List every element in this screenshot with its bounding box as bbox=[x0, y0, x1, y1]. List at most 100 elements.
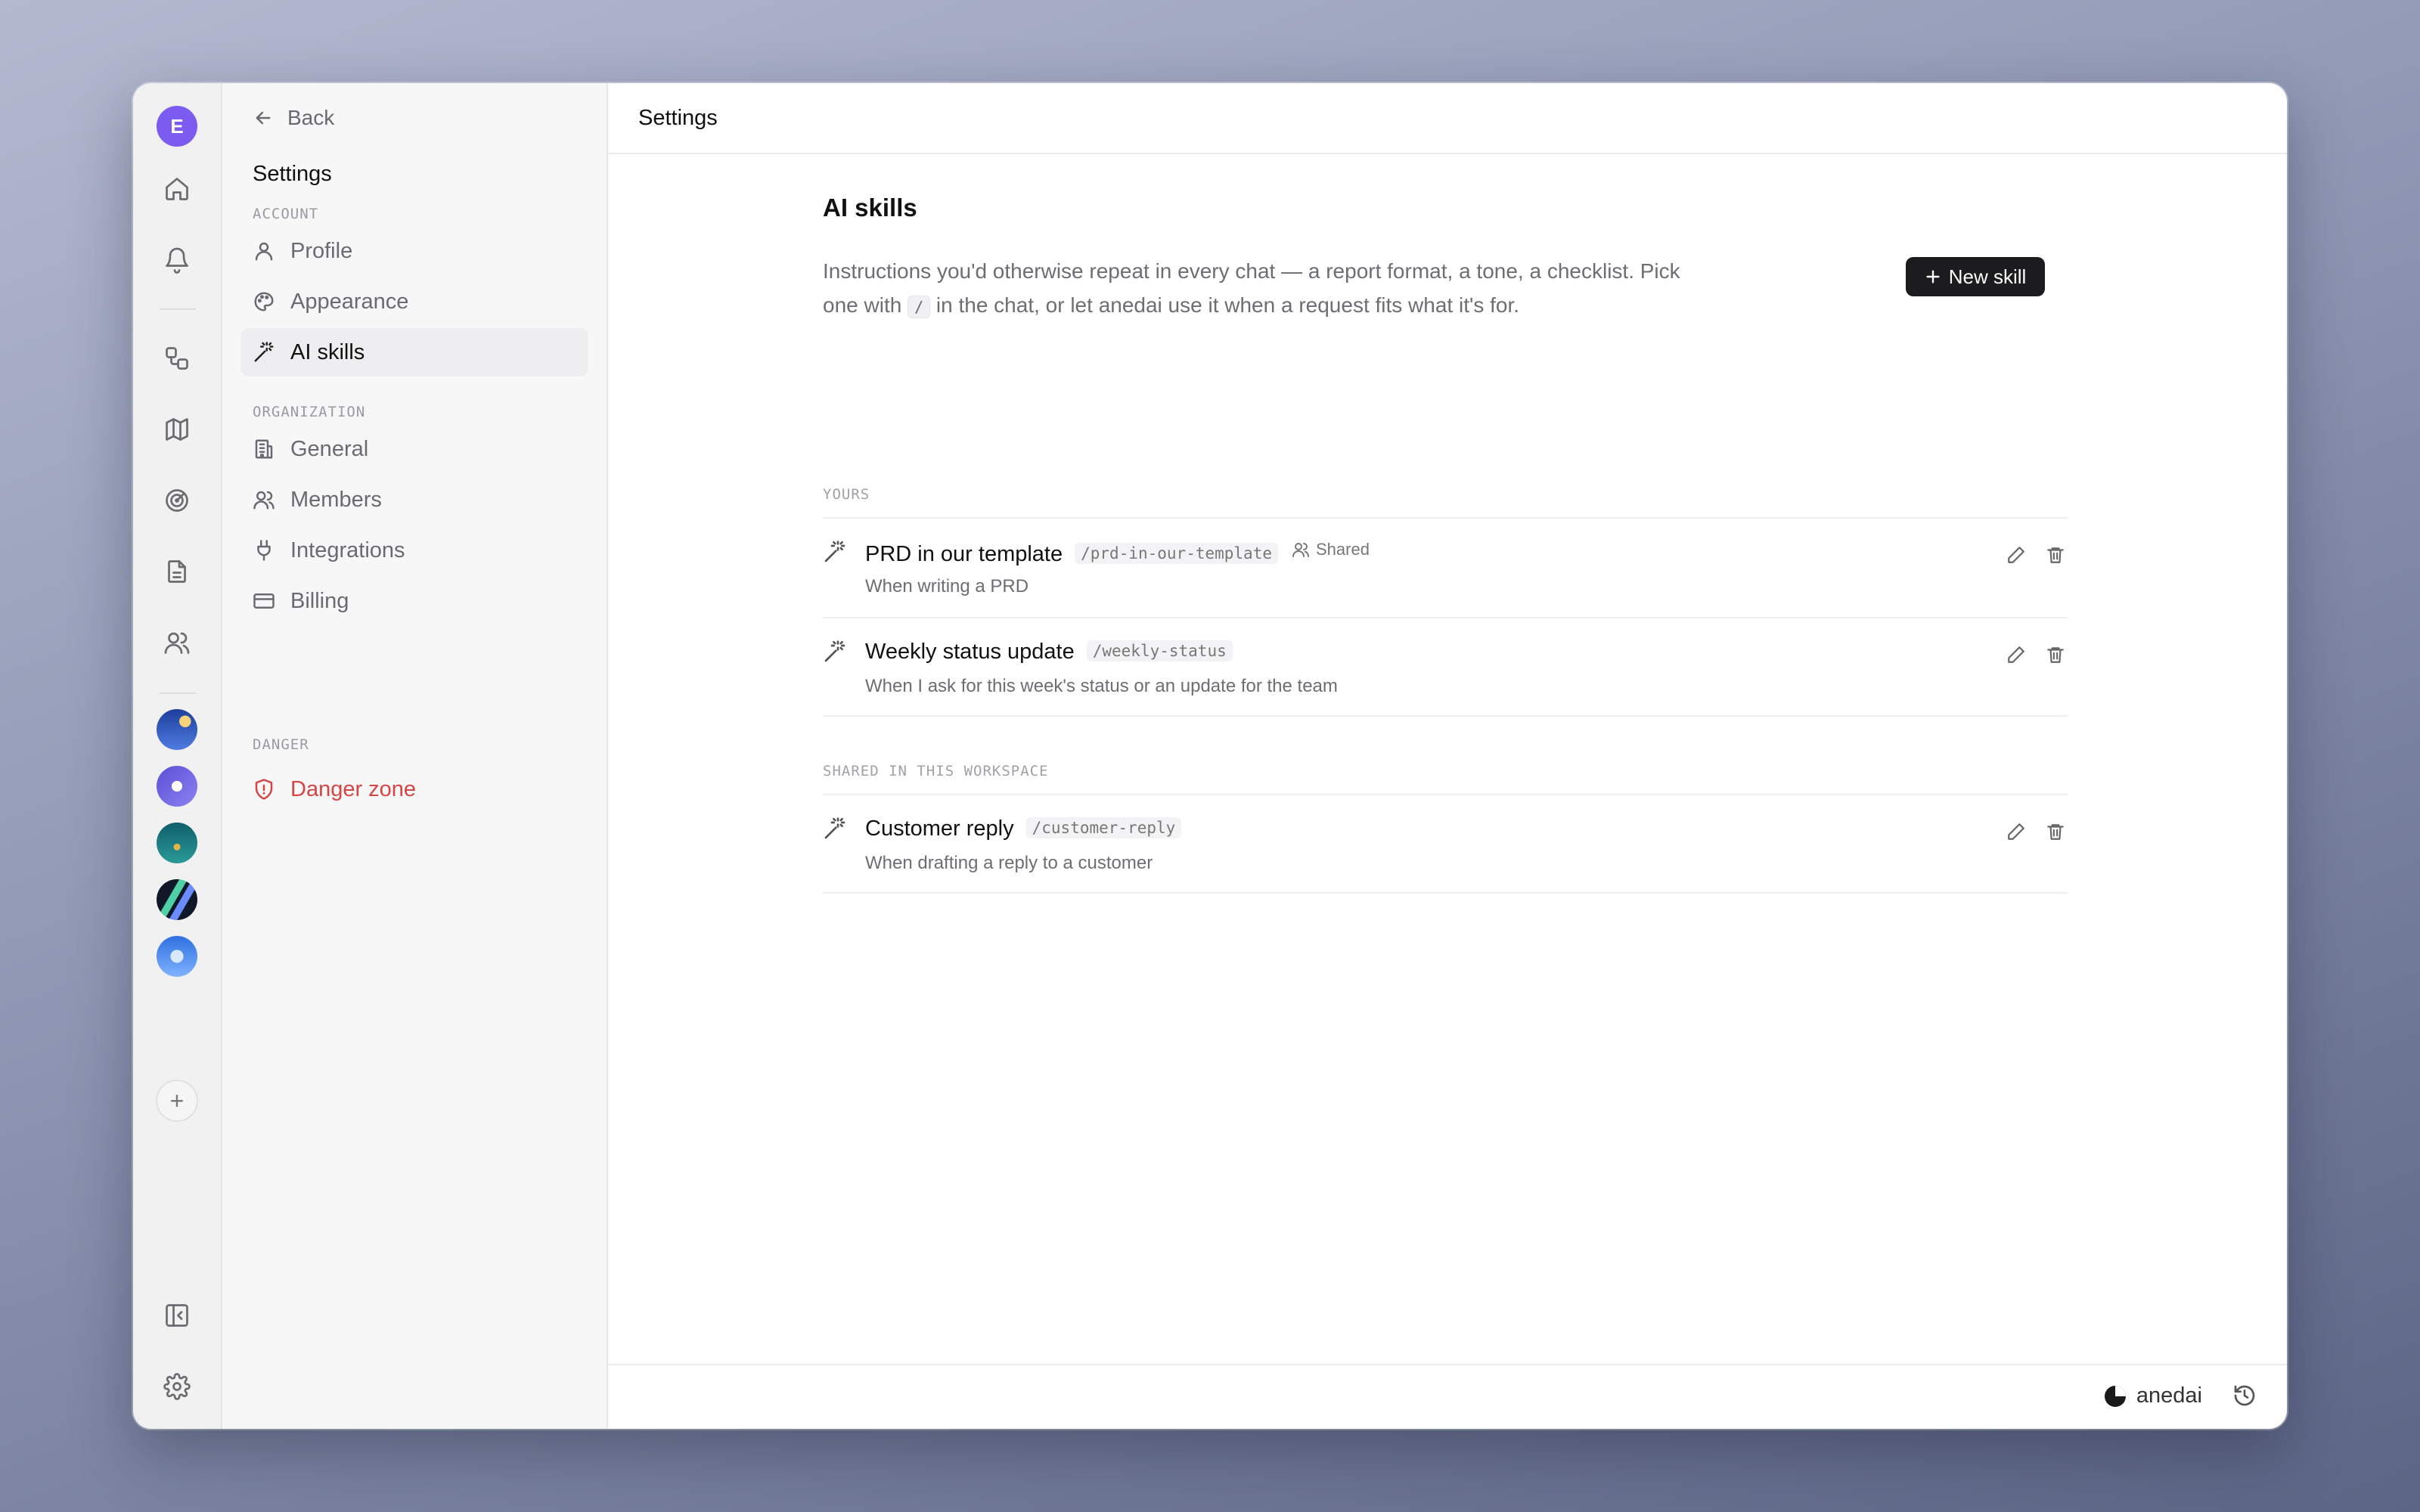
topbar: Settings bbox=[608, 83, 2287, 154]
nav-item-general[interactable]: General bbox=[240, 425, 588, 473]
trash-icon bbox=[2047, 547, 2064, 563]
home-icon[interactable] bbox=[156, 168, 198, 210]
new-skill-button[interactable]: New skill bbox=[1906, 257, 2045, 296]
group-label-yours: YOURS bbox=[823, 486, 870, 503]
workspace-avatar-forest[interactable] bbox=[157, 823, 197, 863]
users-icon bbox=[253, 491, 275, 510]
gear-icon[interactable] bbox=[156, 1365, 198, 1408]
edit-button[interactable] bbox=[2004, 643, 2028, 667]
magic-wand-icon bbox=[824, 640, 845, 662]
brand-logo-icon bbox=[2104, 1385, 2126, 1407]
footer-bar: anedai bbox=[608, 1364, 2287, 1429]
skill-row[interactable]: PRD in our template/prd-in-our-template S… bbox=[823, 517, 2068, 617]
back-label: Back bbox=[287, 106, 335, 129]
nav-item-label: Billing bbox=[290, 588, 349, 613]
plug-icon bbox=[257, 540, 271, 561]
skill-trigger: When writing a PRD bbox=[865, 576, 1029, 596]
workflow-icon[interactable] bbox=[156, 337, 198, 380]
edit-button[interactable] bbox=[2004, 820, 2028, 844]
page-title: AI skills bbox=[823, 194, 917, 222]
user-initial-avatar[interactable]: E bbox=[157, 106, 197, 147]
description-text: in the chat, or let anedai use it when a… bbox=[935, 293, 1520, 317]
shared-label: Shared bbox=[1316, 540, 1370, 559]
nav-item-appearance[interactable]: Appearance bbox=[240, 277, 588, 326]
skill-trigger: When drafting a reply to a customer bbox=[865, 853, 1153, 873]
delete-button[interactable] bbox=[2043, 820, 2068, 844]
building-icon bbox=[255, 439, 273, 459]
nav-item-billing[interactable]: Billing bbox=[240, 577, 588, 625]
nav-item-label: General bbox=[290, 436, 369, 461]
back-link[interactable]: Back bbox=[253, 106, 334, 130]
skill-row[interactable]: Weekly status update/weekly-status When … bbox=[823, 617, 2068, 717]
skill-slug: /weekly-status bbox=[1086, 640, 1233, 662]
user-icon bbox=[255, 242, 273, 261]
section-label-organization: ORGANIZATION bbox=[253, 404, 366, 420]
edit-button[interactable] bbox=[2004, 543, 2028, 567]
row-actions bbox=[2004, 643, 2068, 667]
rail-divider bbox=[160, 308, 196, 310]
pencil-icon bbox=[2008, 823, 2024, 840]
icon-rail: E + bbox=[133, 83, 222, 1429]
section-label-account: ACCOUNT bbox=[253, 206, 319, 222]
skill-trigger: When I ask for this week's status or an … bbox=[865, 676, 1338, 696]
plus-icon bbox=[1926, 270, 1940, 284]
skill-name: Weekly status update bbox=[865, 640, 1075, 664]
skill-name: Customer reply bbox=[865, 816, 1014, 841]
nav-item-label: Members bbox=[290, 487, 382, 512]
section-label-danger: DANGER bbox=[253, 736, 309, 753]
skill-title: PRD in our template/prd-in-our-template S… bbox=[865, 540, 1370, 567]
users-icon[interactable] bbox=[156, 621, 198, 664]
brand-name: anedai bbox=[2136, 1383, 2202, 1408]
magic-wand-icon bbox=[824, 817, 845, 839]
nav-title: Settings bbox=[253, 162, 332, 186]
skill-title: Weekly status update/weekly-status bbox=[865, 640, 1233, 665]
radar-icon[interactable] bbox=[156, 479, 198, 522]
add-workspace-button[interactable]: + bbox=[156, 1080, 198, 1122]
credit-card-icon bbox=[253, 593, 275, 609]
trash-icon bbox=[2047, 647, 2064, 663]
main-panel: Settings AI skills Instructions you'd ot… bbox=[608, 83, 2287, 1429]
nav-item-profile[interactable]: Profile bbox=[240, 227, 588, 275]
history-icon bbox=[2234, 1385, 2255, 1406]
nav-item-integrations[interactable]: Integrations bbox=[240, 526, 588, 575]
map-icon[interactable] bbox=[156, 408, 198, 451]
settings-nav: Back Settings ACCOUNT Profile Appearance… bbox=[222, 83, 608, 1429]
bell-icon[interactable] bbox=[156, 239, 198, 281]
skill-title: Customer reply/customer-reply bbox=[865, 816, 1182, 841]
document-icon[interactable] bbox=[156, 550, 198, 593]
delete-button[interactable] bbox=[2043, 543, 2068, 567]
brand-switcher[interactable]: anedai bbox=[2104, 1383, 2202, 1408]
history-button[interactable] bbox=[2232, 1383, 2260, 1411]
workspace-avatar-cube[interactable] bbox=[157, 936, 197, 977]
trash-icon bbox=[2047, 824, 2064, 840]
nav-item-members[interactable]: Members bbox=[240, 476, 588, 524]
workspace-avatar-planet[interactable] bbox=[157, 766, 197, 807]
arrow-left-icon bbox=[256, 111, 271, 125]
magic-wand-icon bbox=[254, 342, 274, 362]
pencil-icon bbox=[2008, 547, 2024, 563]
rail-divider bbox=[160, 692, 196, 694]
shared-badge: Shared bbox=[1292, 540, 1370, 559]
skill-row[interactable]: Customer reply/customer-reply When draft… bbox=[823, 794, 2068, 894]
skill-slug: /customer-reply bbox=[1025, 817, 1182, 838]
nav-item-label: Integrations bbox=[290, 538, 405, 562]
nav-item-label: AI skills bbox=[290, 339, 365, 364]
row-actions bbox=[2004, 820, 2068, 844]
nav-item-ai-skills[interactable]: AI skills bbox=[240, 328, 588, 376]
nav-item-danger-zone[interactable]: Danger zone bbox=[240, 765, 588, 813]
nav-item-label: Appearance bbox=[290, 289, 409, 314]
group-label-shared: SHARED IN THIS WORKSPACE bbox=[823, 763, 1049, 779]
shield-alert-icon bbox=[255, 779, 273, 800]
palette-icon bbox=[254, 292, 274, 311]
workspace-avatar-night[interactable] bbox=[157, 709, 197, 750]
skill-name: PRD in our template bbox=[865, 542, 1063, 566]
row-actions bbox=[2004, 543, 2068, 567]
workspace-avatar-stripes[interactable] bbox=[157, 879, 197, 920]
users-icon bbox=[1292, 543, 1309, 557]
collapse-sidebar-icon[interactable] bbox=[156, 1294, 198, 1337]
pencil-icon bbox=[2008, 646, 2024, 663]
page-description: Instructions you'd otherwise repeat in e… bbox=[823, 254, 1685, 322]
slash-key: / bbox=[908, 296, 931, 318]
delete-button[interactable] bbox=[2043, 643, 2068, 667]
skill-slug: /prd-in-our-template bbox=[1075, 543, 1278, 564]
